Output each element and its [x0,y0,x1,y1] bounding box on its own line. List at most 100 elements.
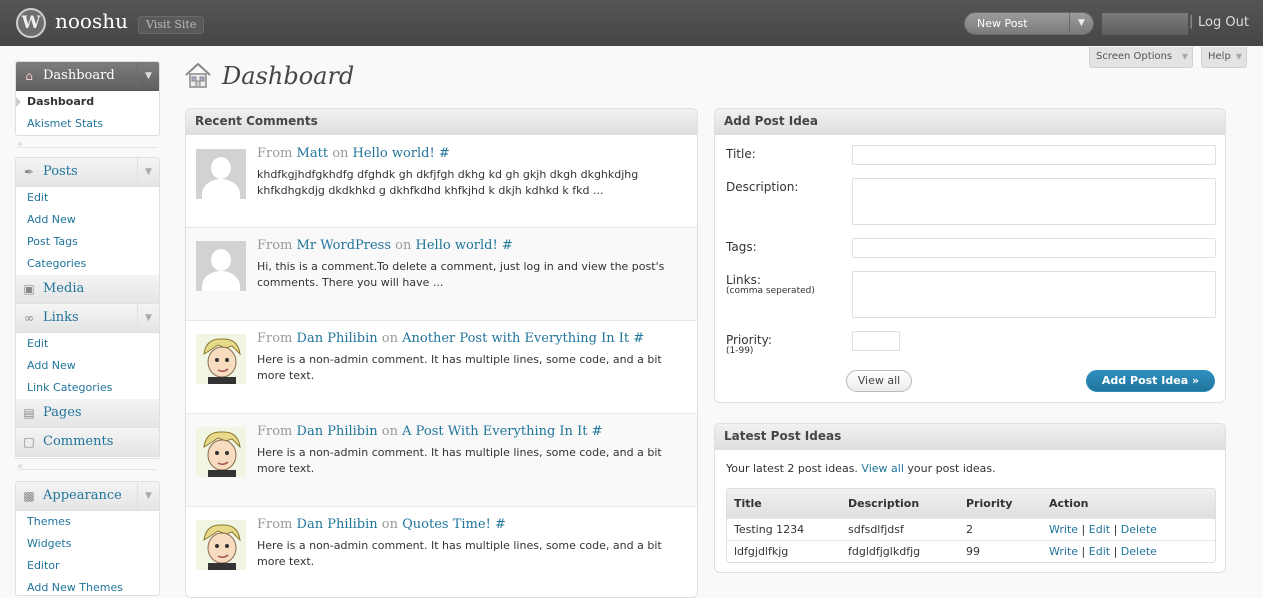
submenu-editor[interactable]: Editor [16,555,159,577]
menu-label: Media [43,281,85,296]
links-textarea[interactable] [852,271,1216,318]
submenu-posts-add-new[interactable]: Add New [16,209,159,231]
comment-icon: □ [23,435,35,449]
user-name-box[interactable] [1102,13,1188,35]
submenu-themes[interactable]: Themes [16,511,159,533]
menu-group-dashboard: ⌂ Dashboard ▼ Dashboard Akismet Stats [15,61,160,136]
priority-input[interactable] [852,331,900,351]
submenu-add-new-themes[interactable]: Add New Themes [16,577,159,595]
chevron-down-icon[interactable]: ▼ [137,158,159,186]
edit-link[interactable]: Edit [1089,545,1110,558]
avatar [196,427,246,477]
avatar [196,334,246,384]
comment-text: Here is a non-admin comment. It has mult… [257,539,662,568]
pages-icon: ▤ [23,406,35,420]
menu-separator[interactable] [17,461,157,472]
submenu-link-categories[interactable]: Link Categories [16,377,159,399]
wordpress-logo-icon[interactable]: W [16,8,46,38]
menu-group-appearance: ▩ Appearance ▼ Themes Widgets Editor Add… [15,481,160,596]
comment-author-link[interactable]: Dan Philibin [297,424,378,439]
comment-post-link[interactable]: A Post With Everything In It [402,424,587,439]
comment-author-link[interactable]: Matt [297,146,329,161]
menu-comments[interactable]: □ Comments [16,428,159,457]
menu-label: Links [43,310,79,325]
chevron-down-icon[interactable]: ▼ [137,304,159,332]
screen-options-button[interactable]: Screen Options ▼ [1089,47,1193,68]
logout-separator: | [1189,14,1194,29]
delete-link[interactable]: Delete [1121,523,1157,536]
comment-text: Here is a non-admin comment. It has mult… [257,446,662,475]
view-all-link[interactable]: View all [861,462,903,475]
comment-meta: From Mr WordPress on Hello world! # [257,238,687,253]
comment-permalink[interactable]: # [502,238,513,253]
submenu-posts-edit[interactable]: Edit [16,187,159,209]
logout-link[interactable]: Log Out [1198,15,1249,30]
menu-posts[interactable]: ✒ Posts ▼ [16,158,159,187]
write-link[interactable]: Write [1049,523,1078,536]
latest-ideas-intro: Your latest 2 post ideas. View all your … [726,462,996,475]
on-label: on [395,238,412,253]
menu-media[interactable]: ▣ Media [16,275,159,304]
submenu-links-add-new[interactable]: Add New [16,355,159,377]
action-separator: | [1081,545,1086,558]
comment-permalink[interactable]: # [495,517,506,532]
admin-header: W nooshu Visit Site New Post ▼ | Log Out [0,0,1263,46]
widget-title[interactable]: Recent Comments [186,109,697,135]
menu-appearance[interactable]: ▩ Appearance ▼ [16,482,159,511]
comment-post-link[interactable]: Another Post with Everything In It [402,331,629,346]
site-title[interactable]: nooshu [55,9,128,33]
submenu-akismet-stats[interactable]: Akismet Stats [16,113,159,135]
visit-site-button[interactable]: Visit Site [138,16,205,34]
comment-author-link[interactable]: Mr WordPress [297,238,392,253]
menu-dashboard[interactable]: ⌂ Dashboard ▼ [16,62,159,91]
title-input[interactable] [852,145,1216,165]
column-header-title: Title [727,489,841,518]
submenu-post-tags[interactable]: Post Tags [16,231,159,253]
submenu-dashboard[interactable]: Dashboard [16,91,159,113]
write-link[interactable]: Write [1049,545,1078,558]
widget-title[interactable]: Add Post Idea [715,109,1225,135]
comment-meta: From Dan Philibin on A Post With Everyth… [257,424,687,439]
comment-post-link[interactable]: Hello world! [353,146,435,161]
from-label: From [257,517,293,532]
menu-pages[interactable]: ▤ Pages [16,399,159,428]
new-post-dropdown[interactable]: New Post ▼ [964,12,1094,35]
chevron-down-icon[interactable]: ▼ [137,482,159,510]
tags-input[interactable] [852,238,1216,258]
idea-description: sdfsdlfjdsf [841,518,959,540]
comment-post-link[interactable]: Quotes Time! [402,517,491,532]
chevron-down-icon[interactable]: ▼ [1069,13,1093,34]
comment-author-link[interactable]: Dan Philibin [297,517,378,532]
add-post-idea-button[interactable]: Add Post Idea » [1086,370,1215,392]
submenu-links-edit[interactable]: Edit [16,333,159,355]
comment-author-link[interactable]: Dan Philibin [297,331,378,346]
menu-separator[interactable] [17,139,157,150]
screen-options-label: Screen Options [1096,51,1173,62]
widget-title[interactable]: Latest Post Ideas [715,424,1225,450]
chevron-down-icon[interactable]: ▼ [137,62,159,90]
comment-permalink[interactable]: # [633,331,644,346]
action-separator: | [1081,523,1086,536]
menu-label: Comments [43,434,114,449]
menu-links[interactable]: ∞ Links ▼ [16,304,159,333]
comment-permalink[interactable]: # [439,146,450,161]
chevron-down-icon: ▼ [1181,52,1188,61]
comment-post-link[interactable]: Hello world! [416,238,498,253]
description-textarea[interactable] [852,178,1216,225]
avatar [196,520,246,570]
comment-item: From Dan Philibin on Quotes Time! # Here… [186,507,697,597]
menu-group-links: Edit Add New Link Categories ▤ Pages □ C… [15,332,160,459]
idea-title: Testing 1234 [727,518,841,540]
submenu-categories[interactable]: Categories [16,253,159,275]
comment-meta: From Matt on Hello world! # [257,146,687,161]
help-button[interactable]: Help ▼ [1201,47,1247,68]
table-row: ldfgjdlfkjg fdgldfjglkdfjg 99 Write | Ed… [727,540,1215,562]
from-label: From [257,238,293,253]
delete-link[interactable]: Delete [1121,545,1157,558]
edit-link[interactable]: Edit [1089,523,1110,536]
comment-permalink[interactable]: # [592,424,603,439]
new-post-label[interactable]: New Post [977,17,1028,30]
submenu-widgets[interactable]: Widgets [16,533,159,555]
action-separator: | [1113,523,1118,536]
view-all-button[interactable]: View all [846,370,912,392]
